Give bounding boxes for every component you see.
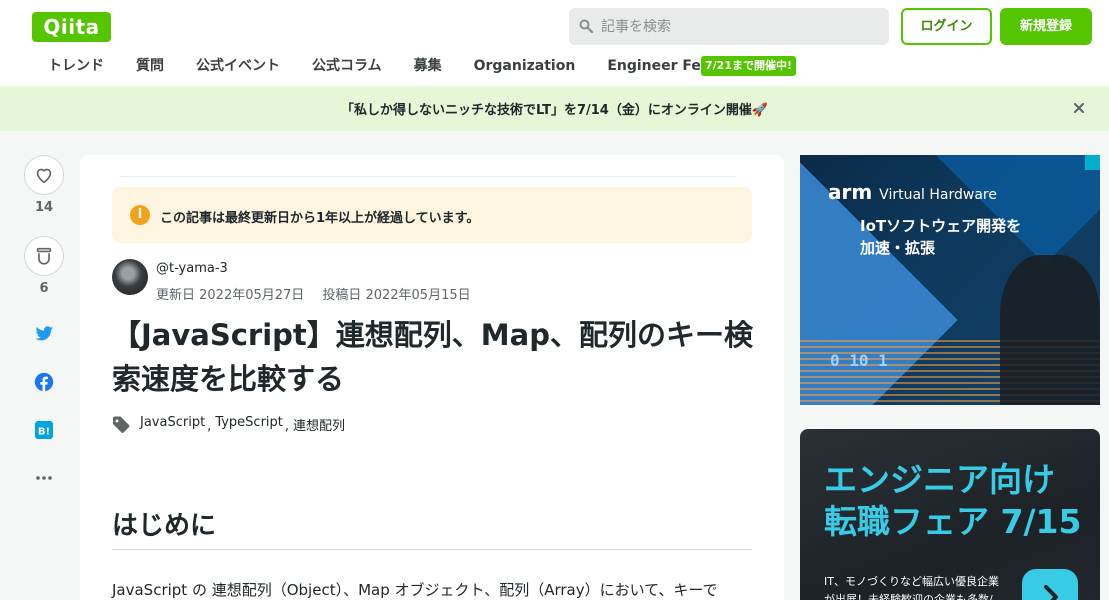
tag-separator: , — [207, 419, 212, 434]
heart-icon — [36, 168, 52, 184]
notice-text: この記事は最終更新日から1年以上が経過しています。 — [160, 211, 480, 226]
nav-questions[interactable]: 質問 — [120, 56, 180, 78]
tag-javascript[interactable]: JavaScript — [140, 415, 205, 434]
job-fair-ad[interactable]: エンジニア向け 転職フェア 7/15 IT、モノづくりなど幅広い優良企業 が出展… — [800, 429, 1100, 600]
info-icon: i — [130, 205, 150, 225]
ad-choices-icon[interactable] — [1085, 155, 1100, 170]
article-body: JavaScript の 連想配列（Object）、Map オブジェクト、配列（… — [112, 581, 718, 599]
announcement-banner: 「私しか得しないニッチな技術でLT」を7/14（金）にオンライン開催🚀 — [0, 86, 1109, 131]
ad-subtitle: IT、モノづくりなど幅広い優良企業 が出展！未経験歓迎の企業も多数/ — [824, 575, 999, 600]
festa-badge: 7/21まで開催中! — [701, 56, 796, 76]
ad-person-graphic — [1000, 255, 1100, 405]
nav-trend[interactable]: トレンド — [32, 56, 120, 78]
tag-associative-array[interactable]: 連想配列 — [293, 415, 345, 434]
stock-icon — [36, 247, 52, 265]
stock-button[interactable] — [24, 236, 64, 276]
global-nav: トレンド 質問 公式イベント 公式コラム 募集 Organization Eng… — [32, 56, 741, 78]
nav-official-events[interactable]: 公式イベント — [180, 56, 296, 78]
qiita-logo[interactable]: Qiita — [32, 12, 111, 42]
site-header: Qiita ログイン 新規登録 トレンド 質問 公式イベント 公式コラム 募集 … — [0, 0, 1109, 86]
close-icon[interactable] — [1072, 101, 1086, 115]
search-icon — [579, 19, 593, 33]
like-count: 14 — [34, 200, 54, 215]
updated-date: 更新日 2022年05月27日 — [156, 288, 305, 303]
hatena-bookmark-icon[interactable]: B! — [33, 419, 55, 441]
tag-typescript[interactable]: TypeScript — [215, 415, 283, 434]
nav-organization[interactable]: Organization — [458, 56, 592, 78]
tag-list: JavaScript, TypeScript, 連想配列 — [140, 415, 345, 434]
nav-official-columns[interactable]: 公式コラム — [296, 56, 398, 78]
article-dates: 更新日 2022年05月27日 投稿日 2022年05月15日 — [156, 284, 471, 303]
heading-rule — [112, 549, 752, 550]
ad-copy: IoTソフトウェア開発を 加速・拡張 — [860, 217, 1022, 257]
facebook-icon[interactable] — [33, 371, 55, 393]
more-icon[interactable] — [33, 467, 55, 489]
arm-logo: arm Virtual Hardware — [828, 180, 997, 204]
twitter-icon[interactable] — [33, 323, 55, 345]
banner-text[interactable]: 「私しか得しないニッチな技術でLT」を7/14（金）にオンライン開催🚀 — [0, 99, 1109, 118]
chevron-right-icon — [1044, 585, 1058, 600]
outdated-notice: i この記事は最終更新日から1年以上が経過しています。 — [112, 187, 752, 243]
stock-count: 6 — [39, 281, 49, 296]
like-button[interactable] — [24, 155, 64, 195]
section-heading: はじめに — [112, 511, 217, 541]
signup-button[interactable]: 新規登録 — [1000, 8, 1092, 45]
tag-icon — [113, 416, 130, 433]
nav-recruitment[interactable]: 募集 — [398, 56, 458, 78]
arm-ad-banner[interactable]: arm Virtual Hardware IoTソフトウェア開発を 加速・拡張 … — [800, 155, 1100, 405]
svg-text:B!: B! — [38, 427, 50, 438]
search-box[interactable] — [569, 8, 889, 45]
divider — [120, 176, 736, 177]
ad-title: エンジニア向け 転職フェア 7/15 — [824, 460, 1082, 541]
posted-date: 投稿日 2022年05月15日 — [322, 288, 471, 303]
author-name[interactable]: @t-yama-3 — [156, 261, 228, 276]
ad-arrow-button[interactable] — [1022, 569, 1078, 600]
search-input[interactable] — [601, 8, 881, 45]
tag-separator: , — [284, 419, 290, 434]
avatar[interactable] — [112, 259, 148, 295]
login-button[interactable]: ログイン — [901, 8, 992, 45]
ad-digits: 0 10 1 — [830, 351, 888, 370]
article-title: 【JavaScript】連想配列、Map、配列のキー検索速度を比較する — [112, 318, 753, 396]
